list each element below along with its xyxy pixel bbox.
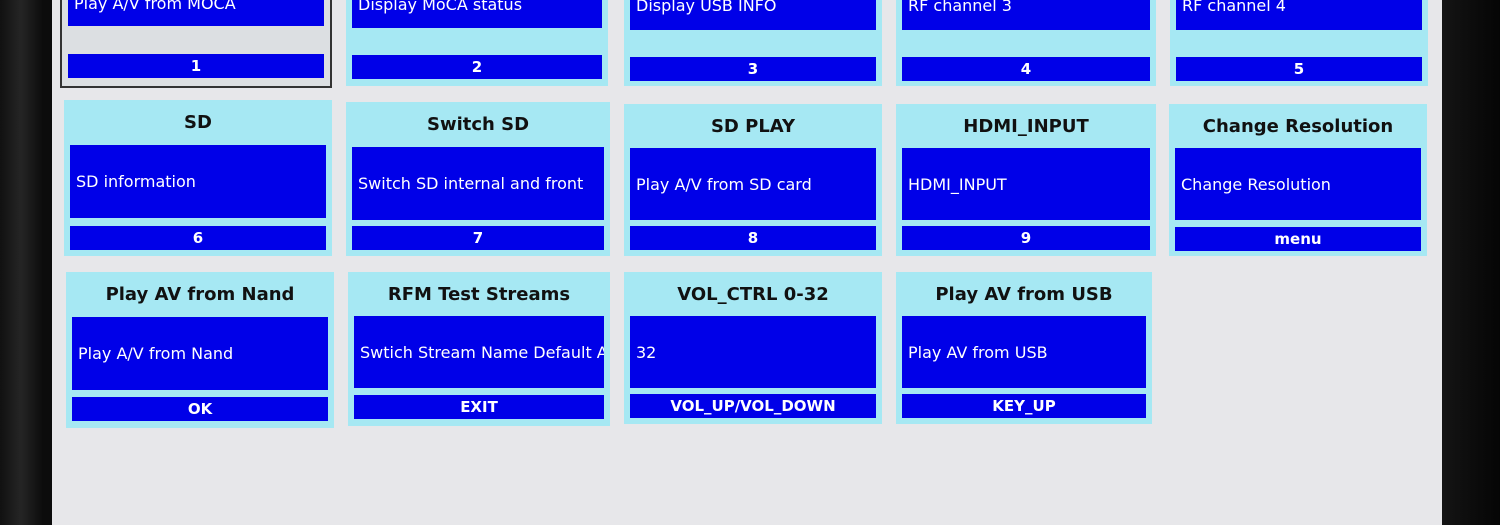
tile-key-label: 7 [352, 226, 604, 250]
tile-description: HDMI_INPUT [902, 148, 1150, 220]
tile-title: RFM Test Streams [387, 283, 571, 305]
menu-tile-moca-status[interactable]: Display MoCA status 2 [346, 0, 608, 86]
tile-key-label: 4 [902, 57, 1150, 81]
tile-title: Play AV from Nand [105, 283, 295, 305]
tile-title: Switch SD [426, 113, 530, 135]
tile-title: SD PLAY [710, 115, 796, 137]
tile-key-label: 5 [1176, 57, 1422, 81]
tile-key-label: menu [1175, 227, 1421, 251]
tile-description: Play A/V from SD card [630, 148, 876, 220]
tile-key-label: EXIT [354, 395, 604, 419]
tile-description: Switch SD internal and front [352, 147, 604, 220]
tile-description: Swtich Stream Name Default A [354, 316, 604, 388]
menu-tile-moca-play[interactable]: Play A/V from MOCA 1 [60, 0, 332, 88]
tile-key-label: 8 [630, 226, 876, 250]
tile-description: Play A/V from MOCA [68, 0, 324, 26]
tile-description: Display USB INFO [630, 0, 876, 30]
menu-tile-volume-control[interactable]: VOL_CTRL 0-32 32 VOL_UP/VOL_DOWN [624, 272, 882, 424]
tile-key-label: OK [72, 397, 328, 421]
tile-description: RF channel 4 [1176, 0, 1422, 30]
tile-key-label: 2 [352, 55, 602, 79]
tile-description: 32 [630, 316, 876, 388]
tile-title: Play AV from USB [935, 283, 1113, 305]
tile-title: VOL_CTRL 0-32 [677, 283, 829, 305]
menu-tile-change-resolution[interactable]: Change Resolution Change Resolution menu [1169, 104, 1427, 256]
menu-tile-hdmi-input[interactable]: HDMI_INPUT HDMI_INPUT 9 [896, 104, 1156, 256]
menu-tile-usb-info[interactable]: Display USB INFO 3 [624, 0, 882, 86]
tile-description: SD information [70, 145, 326, 218]
tile-key-label: 3 [630, 57, 876, 81]
tile-description: Play AV from USB [902, 316, 1146, 388]
tile-key-label: 1 [68, 54, 324, 78]
menu-tile-sd-play[interactable]: SD PLAY Play A/V from SD card 8 [624, 104, 882, 256]
menu-tile-rf-channel-3[interactable]: RF channel 3 4 [896, 0, 1156, 86]
tile-description: Change Resolution [1175, 148, 1421, 220]
monitor-right-bezel [1442, 0, 1500, 525]
tile-title: SD [184, 111, 212, 133]
tile-key-label: KEY_UP [902, 394, 1146, 418]
tile-key-label: 6 [70, 226, 326, 250]
monitor-left-edge [0, 0, 42, 525]
menu-tile-rf-channel-4[interactable]: RF channel 4 5 [1170, 0, 1428, 86]
menu-tile-sd[interactable]: SD SD information 6 [64, 100, 332, 256]
tv-menu-screen: Play A/V from MOCA 1 Display MoCA status… [52, 0, 1442, 525]
menu-tile-nand-play[interactable]: Play AV from Nand Play A/V from Nand OK [66, 272, 334, 428]
menu-tile-rfm-test-streams[interactable]: RFM Test Streams Swtich Stream Name Defa… [348, 272, 610, 426]
tile-description: RF channel 3 [902, 0, 1150, 30]
menu-tile-usb-play[interactable]: Play AV from USB Play AV from USB KEY_UP [896, 272, 1152, 424]
menu-tile-switch-sd[interactable]: Switch SD Switch SD internal and front 7 [346, 102, 610, 256]
tile-key-label: 9 [902, 226, 1150, 250]
tile-title: HDMI_INPUT [963, 115, 1089, 137]
tile-description: Play A/V from Nand [72, 317, 328, 390]
tile-description: Display MoCA status [352, 0, 602, 28]
tile-key-label: VOL_UP/VOL_DOWN [630, 394, 876, 418]
tile-title: Change Resolution [1202, 115, 1394, 137]
